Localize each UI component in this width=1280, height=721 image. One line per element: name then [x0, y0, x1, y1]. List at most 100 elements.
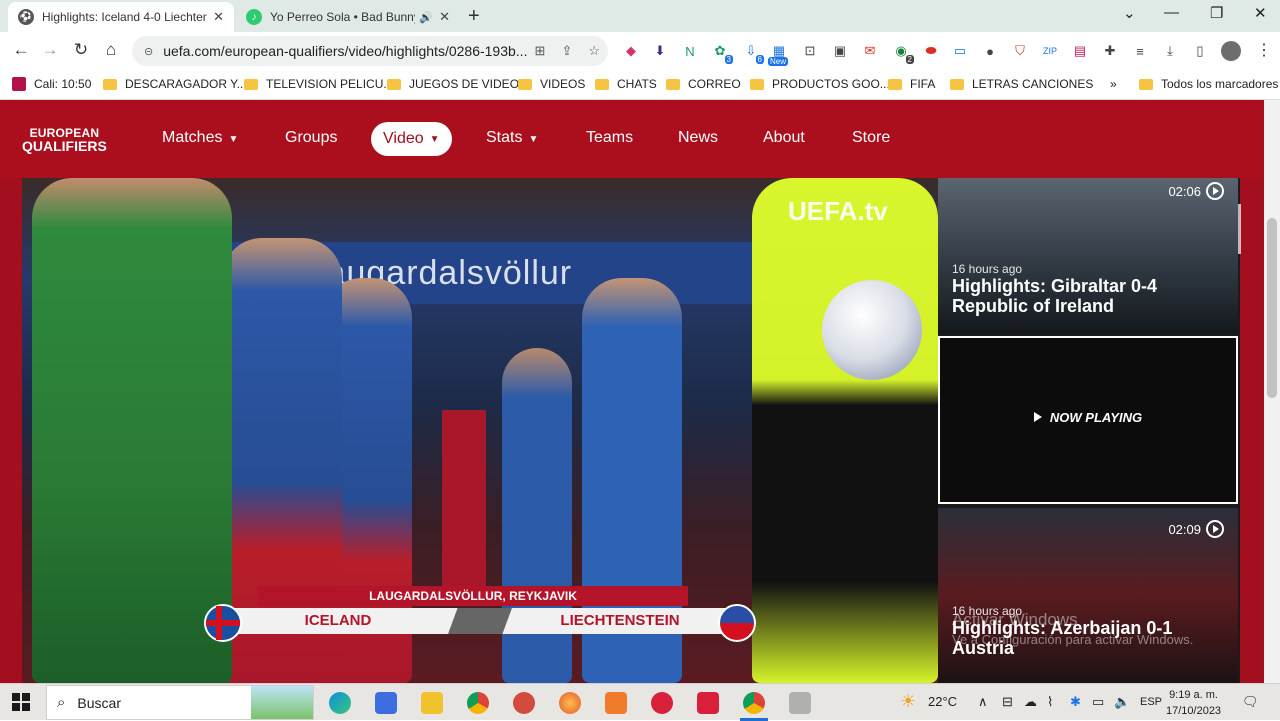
european-qualifiers-logo[interactable]: EUROPEAN QUALIFIERS [22, 127, 107, 154]
profile-avatar[interactable] [1221, 41, 1241, 61]
firefox-icon[interactable] [559, 692, 581, 714]
bookmark-folder[interactable]: FIFA [888, 77, 935, 91]
menu-kebab-icon[interactable]: ⋮ [1256, 40, 1272, 60]
close-window-icon[interactable]: ✕ [1254, 4, 1267, 22]
extension-badge-2-icon[interactable]: ◉ 2 [892, 42, 914, 64]
home-icon[interactable]: ⌂ [100, 40, 122, 60]
download-tray-icon[interactable] [789, 692, 811, 714]
speaker-icon[interactable]: 🔊 [419, 11, 433, 24]
play-circle-icon [1206, 520, 1224, 538]
store-icon[interactable] [375, 692, 397, 714]
site-info-icon[interactable]: ⊝ [144, 45, 153, 58]
chrome-icon[interactable] [467, 692, 489, 714]
extension-new-icon[interactable]: ▦ New [768, 42, 789, 66]
weather-icon[interactable]: ☀ [900, 691, 916, 712]
extension-grid-icon[interactable]: ▣ [831, 42, 849, 60]
show-hidden-icons[interactable]: ∧ [978, 694, 988, 710]
site-header: EUROPEAN QUALIFIERS Matches ▼ Groups Vide… [0, 100, 1280, 178]
bookmark-cali[interactable]: Cali: 10:50 [12, 77, 91, 91]
taskbar-search[interactable]: ⌕ Buscar [46, 685, 314, 720]
windows-start-icon[interactable] [12, 693, 30, 711]
extension-save-icon[interactable]: ⬇ [651, 42, 669, 60]
volume-icon[interactable]: 🔈 [1114, 694, 1130, 710]
extension-badge-6-icon[interactable]: ⇩ 6 [742, 42, 764, 64]
app-icon[interactable] [513, 692, 535, 714]
tab-music[interactable]: ♪ Yo Perreo Sola • Bad Bunny 🔊 ✕ [236, 2, 460, 32]
recorder-icon[interactable] [651, 692, 673, 714]
more-bookmarks-icon[interactable]: » [1110, 77, 1117, 91]
bookmark-folder[interactable]: JUEGOS DE VIDEO [387, 77, 519, 91]
reload-icon[interactable]: ↻ [70, 40, 92, 60]
nav-about[interactable]: About [763, 129, 805, 147]
onedrive-icon[interactable]: ☁ [1024, 694, 1037, 710]
tab-highlights[interactable]: ⚽ Highlights: Iceland 4-0 Liechtenstein … [8, 2, 234, 32]
bookmark-star-icon[interactable]: ☆ [588, 43, 600, 59]
extension-zip-icon[interactable]: ZIP [1041, 42, 1059, 60]
bookmark-folder[interactable]: PRODUCTOS GOO... [750, 77, 890, 91]
extension-calendar-icon[interactable]: ▤ [1071, 42, 1089, 60]
side-panel-icon[interactable]: ▯ [1191, 42, 1209, 60]
extension-download-icon[interactable]: ◆ [622, 42, 640, 60]
bluetooth-icon[interactable]: ✱ [1070, 694, 1081, 710]
playlist-item-current[interactable]: NOW PLAYING [938, 336, 1238, 504]
playlist-scroll-track [1240, 178, 1264, 683]
edge-icon[interactable] [329, 692, 351, 714]
media-player-icon[interactable] [605, 692, 627, 714]
tray-icon[interactable]: ⊟ [1002, 694, 1013, 710]
file-explorer-icon[interactable] [421, 692, 443, 714]
language-indicator[interactable]: ESP [1140, 696, 1162, 708]
all-bookmarks[interactable]: Todos los marcadores [1139, 77, 1278, 91]
chevron-down-icon[interactable]: ⌄ [1123, 4, 1136, 22]
bookmark-folder[interactable]: CORREO [666, 77, 741, 91]
share-icon[interactable]: ⇪ [561, 43, 572, 59]
translate-icon[interactable]: ⊞ [535, 43, 546, 59]
minimize-icon[interactable]: — [1164, 4, 1179, 21]
extension-n-icon[interactable]: N [681, 42, 699, 60]
restore-icon[interactable]: ❐ [1210, 4, 1223, 22]
page-scrollbar[interactable] [1264, 100, 1280, 683]
nav-stats[interactable]: Stats ▼ [486, 129, 538, 147]
ball-icon [822, 280, 922, 380]
notifications-icon[interactable]: 🗨 [1242, 694, 1259, 710]
chrome-active-icon[interactable] [743, 692, 765, 714]
back-icon[interactable]: ← [10, 40, 32, 60]
bookmark-folder[interactable]: VIDEOS [518, 77, 585, 91]
bookmark-folder[interactable]: CHATS [595, 77, 657, 91]
nav-matches[interactable]: Matches ▼ [162, 129, 238, 147]
weather-temp[interactable]: 22°C [928, 694, 957, 709]
bookmark-folder[interactable]: DESCARAGADOR Y... [103, 77, 247, 91]
playlist-scrollbar[interactable] [1238, 204, 1241, 254]
new-tab-button[interactable]: + [468, 5, 480, 28]
bookmark-folder[interactable]: LETRAS CANCIONES [950, 77, 1093, 91]
nav-store[interactable]: Store [852, 129, 890, 147]
close-tab-icon[interactable]: ✕ [213, 9, 224, 25]
reading-list-icon[interactable]: ≡ [1131, 42, 1149, 60]
battery-icon[interactable]: ▭ [1092, 694, 1104, 710]
screen-recorder-icon[interactable] [697, 692, 719, 714]
taskbar-clock[interactable]: 9:19 a. m. 17/10/2023 [1166, 687, 1221, 719]
extension-megaphone-icon[interactable]: ✉ [861, 42, 879, 60]
close-tab-icon[interactable]: ✕ [439, 9, 450, 25]
extension-globe-icon[interactable]: ● [981, 42, 999, 60]
playlist-item[interactable]: 02:09 16 hours ago Highlights: Azerbaija… [938, 508, 1238, 683]
nav-teams[interactable]: Teams [586, 129, 633, 147]
extension-capture-icon[interactable]: ⊡ [801, 42, 819, 60]
extensions-puzzle-icon[interactable]: ✚ [1101, 42, 1119, 60]
playlist-item[interactable]: 02:06 16 hours ago Highlights: Gibraltar… [938, 178, 1238, 333]
extension-toggle-icon[interactable]: ⬬ [922, 42, 940, 60]
bookmark-folder[interactable]: TELEVISION PELICU... [244, 77, 393, 91]
uefa-favicon-icon: ⚽ [18, 9, 34, 25]
extension-screen-icon[interactable]: ▭ [951, 42, 969, 60]
forward-icon[interactable]: → [39, 40, 61, 60]
video-player[interactable]: laugardalsvöllur UEFA.tv LAUGARDALSVÖLLU… [22, 178, 938, 683]
nav-news[interactable]: News [678, 129, 718, 147]
nav-video[interactable]: Video ▼ [371, 122, 452, 156]
wifi-icon[interactable]: ⌇ [1047, 694, 1053, 710]
nav-groups[interactable]: Groups [285, 129, 337, 147]
scroll-thumb[interactable] [1267, 218, 1277, 398]
downloads-icon[interactable]: ⤓ [1161, 42, 1179, 60]
extension-badge-3-icon[interactable]: ✿ 3 [711, 42, 733, 64]
extension-shield-icon[interactable]: ⛉ [1011, 42, 1029, 60]
address-bar[interactable]: ⊝ uefa.com/european-qualifiers/video/hig… [132, 36, 608, 66]
duration-badge: 02:09 [1168, 520, 1224, 538]
